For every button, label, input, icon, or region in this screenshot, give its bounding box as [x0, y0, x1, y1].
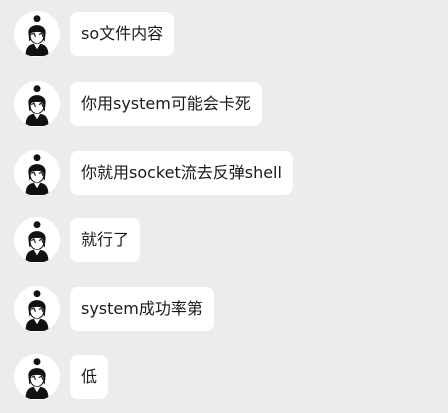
message-bubble[interactable]: 低	[70, 355, 109, 399]
avatar[interactable]	[14, 217, 60, 263]
message-bubble[interactable]: so文件内容	[70, 12, 175, 56]
character-avatar-icon	[25, 85, 49, 126]
avatar[interactable]	[14, 354, 60, 400]
avatar[interactable]	[14, 11, 60, 57]
message-bubble[interactable]: 你用system可能会卡死	[70, 82, 262, 126]
message-bubble[interactable]: 你就用socket流去反弹shell	[70, 151, 293, 195]
message-bubble[interactable]: system成功率第	[70, 287, 214, 331]
character-avatar-icon	[25, 154, 49, 195]
list-item: 你就用socket流去反弹shell	[14, 150, 293, 196]
chat-message-list: so文件内容 你用system可能会卡死 你就用socket流去反弹shell …	[0, 0, 448, 413]
list-item: 你用system可能会卡死	[14, 81, 262, 127]
character-avatar-icon	[25, 290, 49, 331]
avatar[interactable]	[14, 81, 60, 127]
character-avatar-icon	[25, 358, 49, 399]
character-avatar-icon	[25, 15, 49, 56]
character-avatar-icon	[25, 221, 49, 262]
list-item: 就行了	[14, 217, 141, 263]
avatar[interactable]	[14, 150, 60, 196]
list-item: so文件内容	[14, 11, 175, 57]
avatar[interactable]	[14, 286, 60, 332]
list-item: 低	[14, 354, 109, 400]
message-bubble[interactable]: 就行了	[70, 218, 141, 262]
list-item: system成功率第	[14, 286, 214, 332]
